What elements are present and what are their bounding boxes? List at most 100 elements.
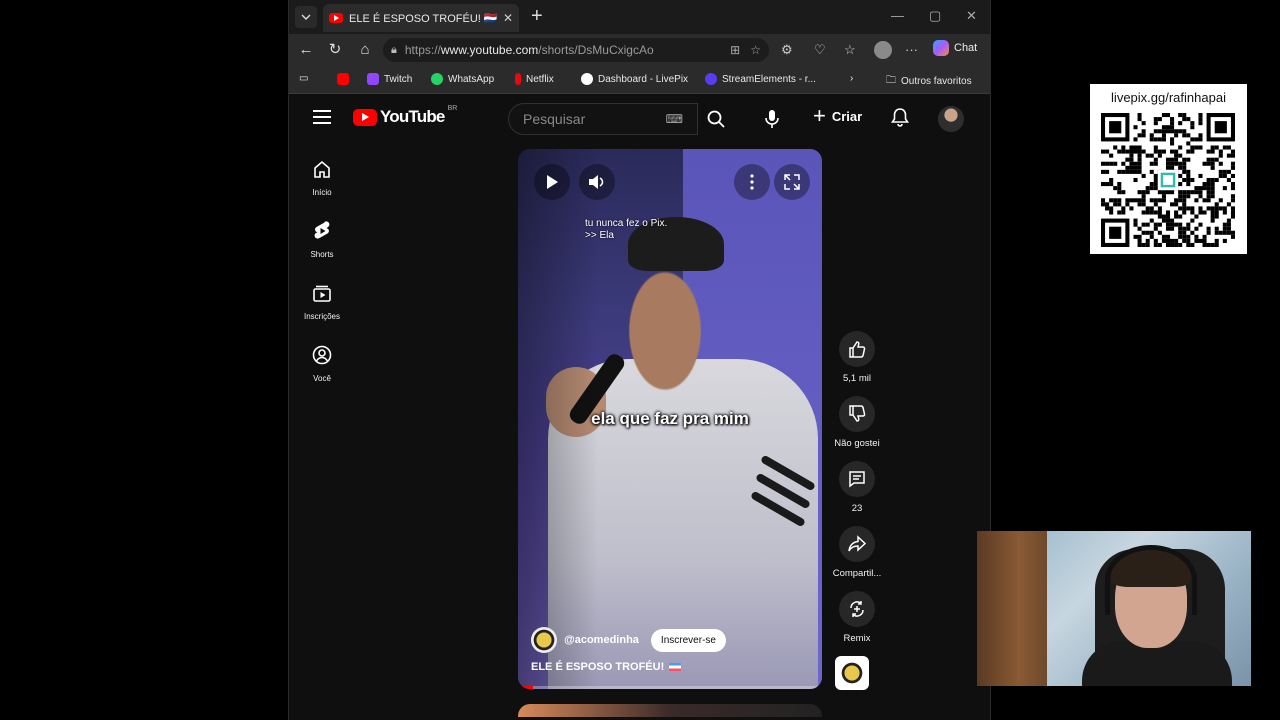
- favorites-overflow-icon[interactable]: ›: [850, 73, 853, 84]
- favorite-star-icon[interactable]: ☆: [750, 43, 761, 57]
- sidebar-item-you[interactable]: Você: [301, 345, 343, 383]
- play-button[interactable]: [534, 164, 570, 200]
- channel-info: @acomedinha Inscrever-se: [531, 627, 726, 653]
- more-menu-icon[interactable]: ···: [905, 42, 918, 57]
- youtube-logo[interactable]: YouTube BR: [353, 105, 457, 127]
- next-short-preview[interactable]: [518, 704, 822, 717]
- extensions-icon[interactable]: ⚙: [781, 42, 793, 58]
- browser-window: ELE É ESPOSO TROFÉU! 🇳🇱 - YouTube ✕ + — …: [288, 0, 991, 720]
- youtube-icon: [337, 73, 349, 85]
- search-box: ⌨: [508, 103, 698, 135]
- window-close-button[interactable]: ✕: [966, 8, 977, 24]
- keyboard-icon[interactable]: ⌨: [666, 112, 683, 126]
- home-icon: [314, 160, 330, 178]
- create-button[interactable]: + Criar: [813, 105, 862, 127]
- youtube-page: YouTube BR ⌨ + Criar Início Shorts: [293, 95, 988, 717]
- maximize-button[interactable]: ▢: [929, 8, 941, 24]
- search-icon: [707, 110, 725, 128]
- profile-avatar[interactable]: [874, 41, 892, 59]
- voice-search-button[interactable]: [754, 101, 790, 137]
- volume-button[interactable]: [579, 164, 615, 200]
- favorites-icon[interactable]: ☆: [844, 42, 856, 58]
- flag-icon: [669, 663, 682, 671]
- video-overlay-text: tu nunca fez o Pix. >> Ela: [585, 218, 668, 241]
- more-vertical-icon: [750, 174, 754, 190]
- streamelements-icon: [705, 73, 717, 85]
- remix-button[interactable]: Remix: [826, 591, 888, 644]
- hamburger-menu-icon[interactable]: [313, 110, 331, 128]
- short-title[interactable]: ELE É ESPOSO TROFÉU!: [531, 661, 682, 673]
- microphone-icon: [765, 110, 779, 128]
- livepix-qr-panel: livepix.gg/rafinhapai: [1090, 84, 1247, 254]
- channel-avatar[interactable]: [531, 627, 557, 653]
- sidebar-item-shorts[interactable]: Shorts: [301, 221, 343, 259]
- app-available-icon[interactable]: ⊞: [730, 43, 740, 57]
- streamer-webcam: [977, 531, 1251, 686]
- tab-list-button[interactable]: [295, 6, 317, 28]
- reading-view-icon[interactable]: ▭: [299, 73, 308, 84]
- qr-code-icon: [1101, 113, 1235, 247]
- short-video-player[interactable]: tu nunca fez o Pix. >> Ela ela que faz p…: [518, 149, 822, 689]
- fav-netflix[interactable]: Netflix: [515, 73, 554, 85]
- expand-icon: [784, 174, 800, 190]
- fav-other-folder[interactable]: 🗀 Outros favoritos: [886, 73, 972, 90]
- home-button[interactable]: ⌂: [356, 41, 374, 59]
- fav-twitch[interactable]: Twitch: [367, 73, 412, 85]
- livepix-icon: [581, 73, 593, 85]
- lock-icon: 🔒︎: [391, 43, 397, 56]
- new-tab-button[interactable]: +: [531, 6, 543, 26]
- tab-youtube-short[interactable]: ELE É ESPOSO TROFÉU! 🇳🇱 - YouTube ✕: [323, 4, 519, 32]
- reload-button[interactable]: ↻: [326, 41, 344, 59]
- tab-bar: ELE É ESPOSO TROFÉU! 🇳🇱 - YouTube ✕ + — …: [289, 0, 990, 34]
- tab-title: ELE É ESPOSO TROFÉU! 🇳🇱 - YouTube: [349, 12, 497, 25]
- browser-essentials-icon[interactable]: ♡: [814, 42, 826, 58]
- subscribe-button[interactable]: Inscrever-se: [650, 628, 726, 652]
- chevron-down-icon: [301, 14, 311, 20]
- fav-whatsapp[interactable]: WhatsApp: [431, 73, 494, 85]
- search-button[interactable]: [698, 103, 734, 135]
- remix-icon: [850, 601, 864, 617]
- volume-icon: [589, 175, 604, 189]
- favorites-bar: ▭ Twitch WhatsApp Netflix Dashboard - Li…: [289, 66, 990, 94]
- thumbs-down-icon: [849, 405, 866, 422]
- thumbs-up-icon: [849, 341, 866, 358]
- notifications-bell-icon[interactable]: [891, 107, 909, 132]
- copilot-icon: [933, 40, 949, 56]
- comments-button[interactable]: 23: [826, 461, 888, 514]
- play-icon: [547, 175, 558, 189]
- url-field[interactable]: 🔒︎ https://www.youtube.com/shorts/DsMuCx…: [383, 38, 769, 62]
- tab-close-icon[interactable]: ✕: [503, 11, 513, 25]
- youtube-favicon-icon: [329, 13, 343, 23]
- audio-source-thumbnail[interactable]: [835, 656, 869, 690]
- more-options-button[interactable]: [734, 164, 770, 200]
- sidebar-item-home[interactable]: Início: [301, 159, 343, 197]
- progress-fill: [518, 686, 534, 689]
- qr-label: livepix.gg/rafinhapai: [1111, 90, 1226, 105]
- address-bar: ← ↻ ⌂ 🔒︎ https://www.youtube.com/shorts/…: [289, 34, 990, 66]
- video-progress-bar[interactable]: [518, 686, 822, 689]
- fav-livepix[interactable]: Dashboard - LivePix: [581, 73, 688, 85]
- fav-youtube[interactable]: [337, 73, 349, 85]
- shorts-icon: [314, 221, 330, 239]
- dislike-button[interactable]: Não gostei: [826, 396, 888, 449]
- like-button[interactable]: 5,1 mil: [826, 331, 888, 384]
- sidebar-item-subscriptions[interactable]: Inscrições: [301, 283, 343, 321]
- video-caption: ela que faz pra mim: [591, 409, 749, 428]
- comment-icon: [849, 471, 865, 488]
- share-button[interactable]: Compartil...: [826, 526, 888, 579]
- netflix-icon: [515, 73, 521, 85]
- fav-streamelements[interactable]: StreamElements - r...: [705, 73, 816, 85]
- twitch-icon: [367, 73, 379, 85]
- account-avatar[interactable]: [938, 106, 964, 132]
- back-button[interactable]: ←: [297, 41, 315, 59]
- you-icon: [312, 345, 332, 365]
- channel-handle[interactable]: @acomedinha: [564, 634, 639, 646]
- search-input[interactable]: [523, 111, 653, 127]
- youtube-play-icon: [353, 108, 377, 126]
- minimize-button[interactable]: —: [891, 8, 904, 23]
- fullscreen-button[interactable]: [774, 164, 810, 200]
- url-text: https://www.youtube.com/shorts/DsMuCxigc…: [404, 43, 654, 57]
- whatsapp-icon: [431, 73, 443, 85]
- folder-icon: 🗀: [886, 75, 896, 86]
- copilot-chat-button[interactable]: Chat: [933, 40, 977, 56]
